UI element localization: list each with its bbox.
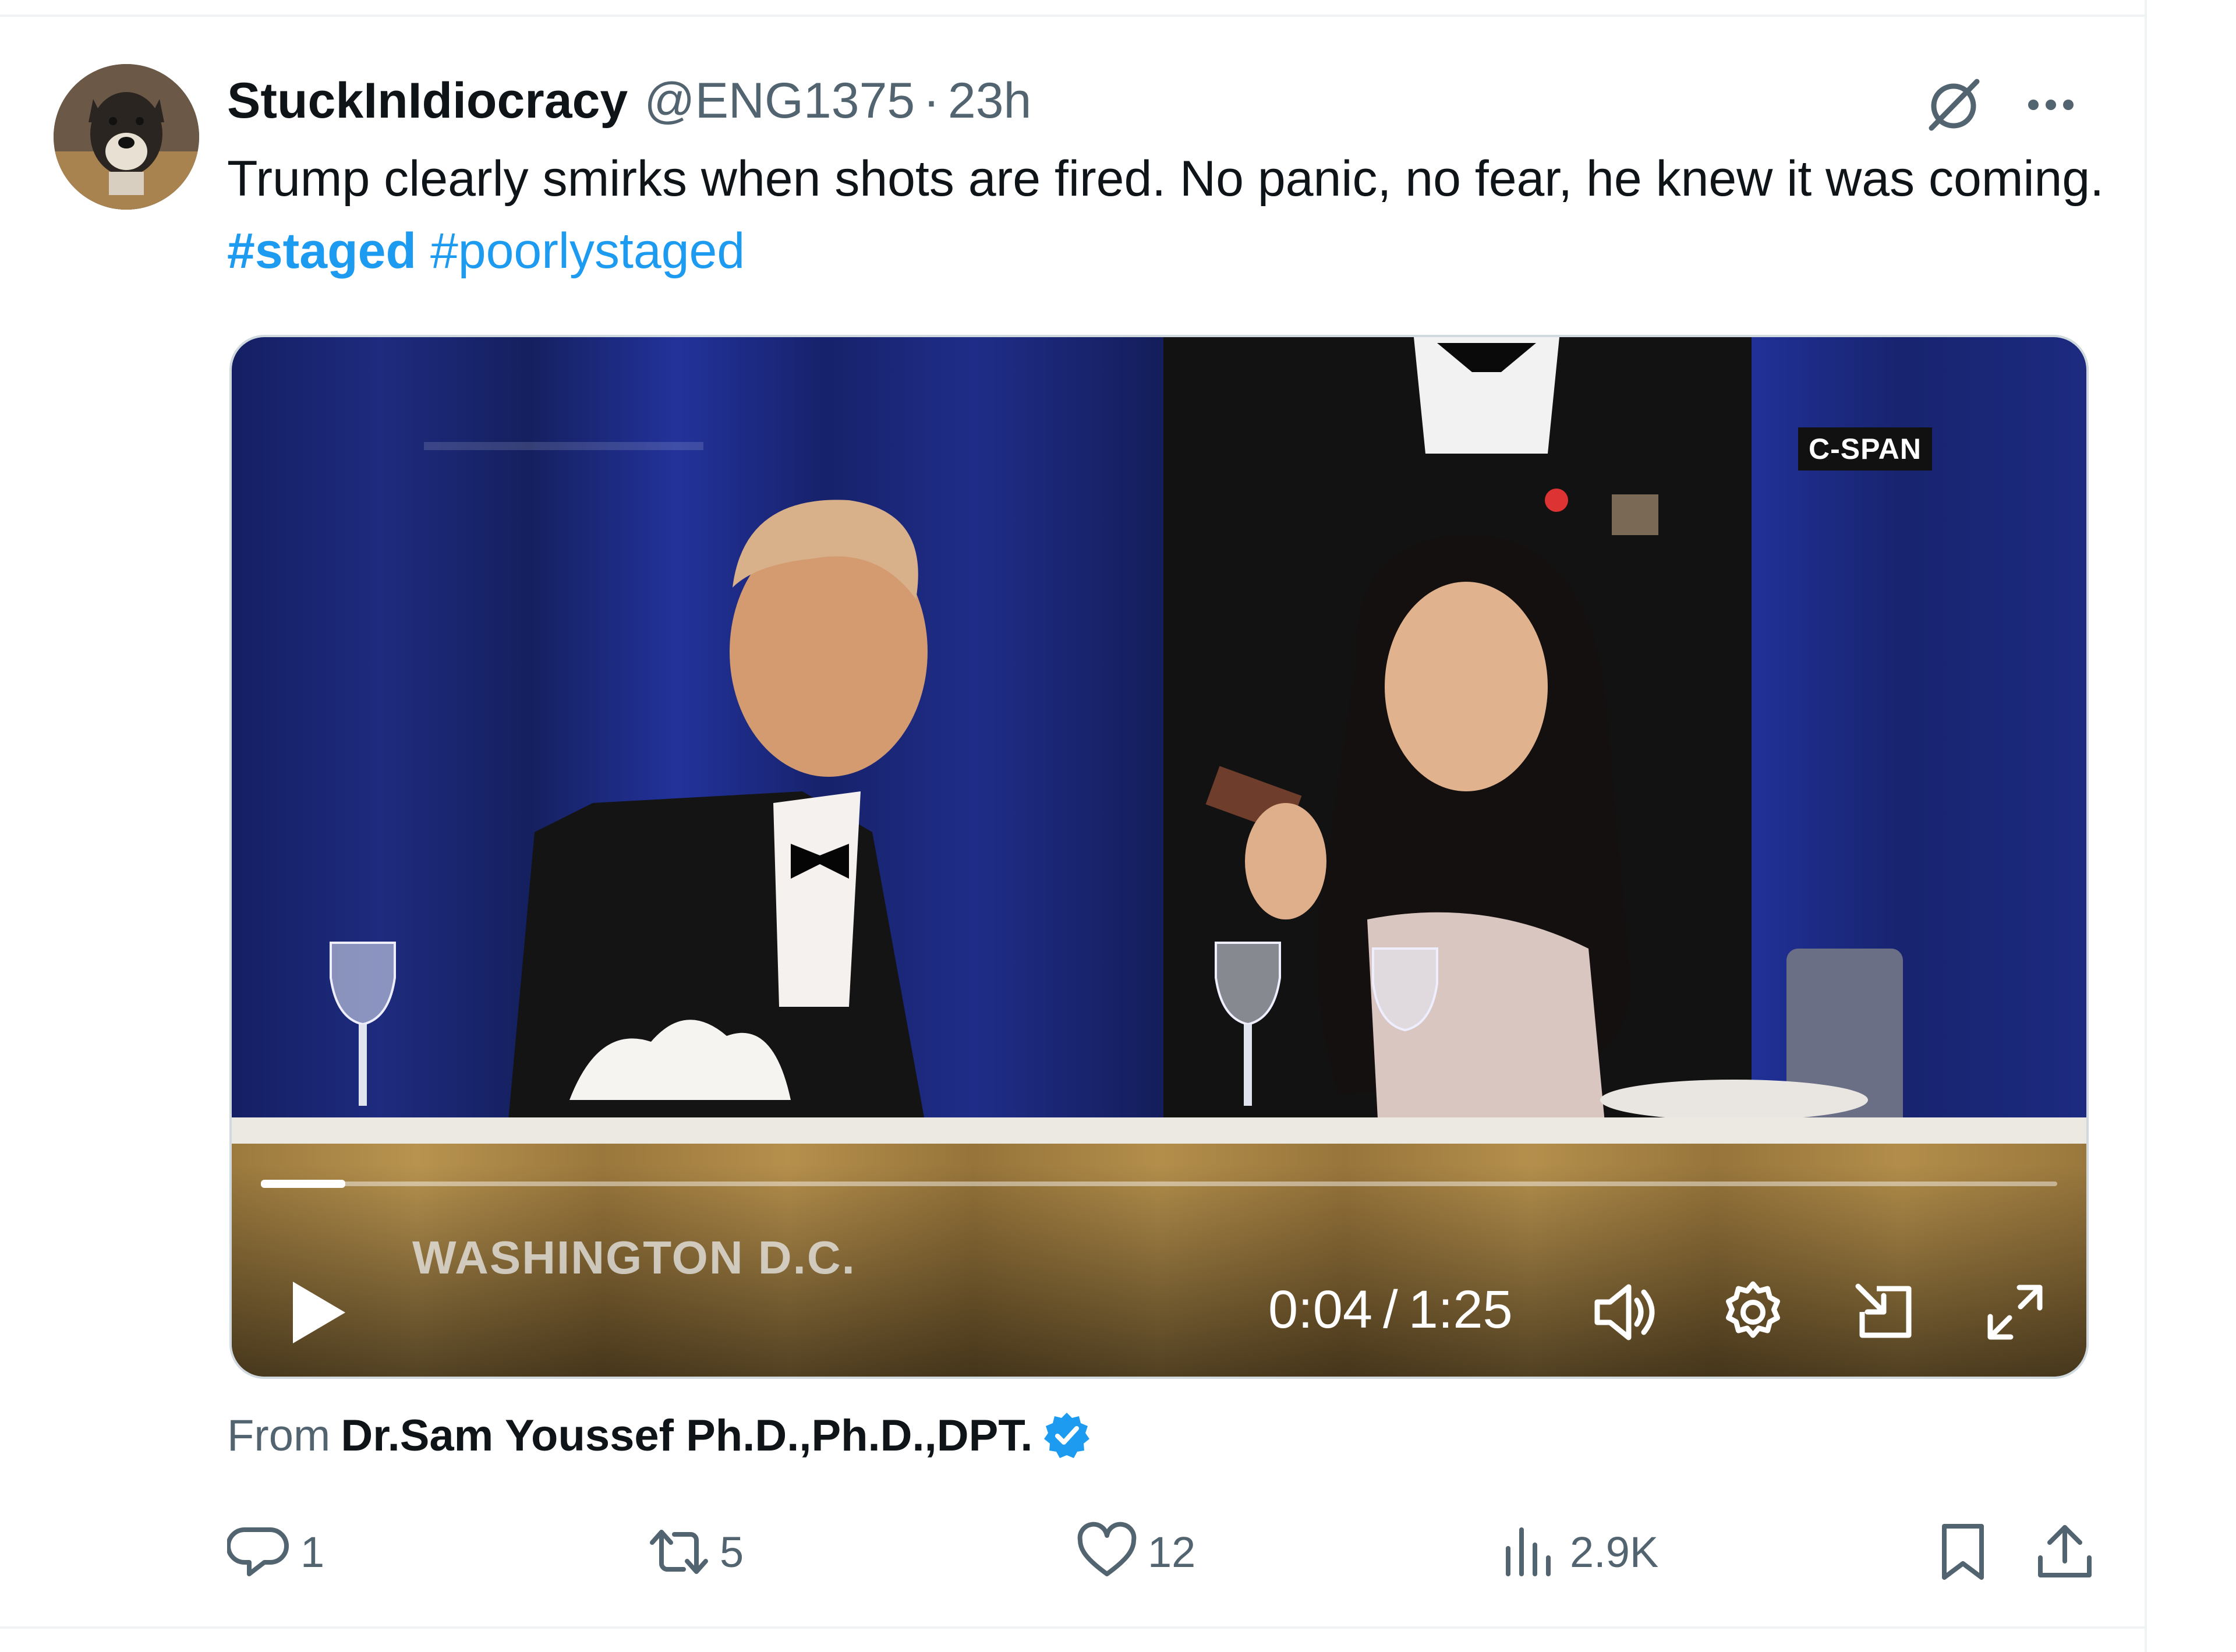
hashtag-link[interactable]: #staged [227, 223, 416, 279]
views-chart-icon [1506, 1527, 1551, 1576]
fullscreen-icon[interactable] [1979, 1276, 2051, 1349]
picture-in-picture-icon[interactable] [1848, 1276, 1920, 1349]
tweet-actions: 1 5 12 2.9K [227, 1514, 2120, 1590]
broadcaster-badge: C-SPAN [1798, 427, 1932, 471]
like-count: 12 [1148, 1527, 1196, 1576]
reply-icon [227, 1527, 289, 1576]
source-account-link[interactable]: Dr.Sam Youssef Ph.D.,Ph.D.,DPT. [341, 1410, 1032, 1461]
bookmark-icon [1942, 1524, 1984, 1580]
hashtag-link[interactable]: #poorlystaged [430, 223, 745, 279]
location-caption: WASHINGTON D.C. [412, 1232, 856, 1283]
tweet-header: StuckInIdiocracy @ENG1375 · 23h [227, 69, 1031, 133]
timeline-right-border [2145, 0, 2147, 1652]
avatar[interactable] [54, 64, 199, 210]
tweet-text: Trump clearly smirks when shots are fire… [227, 143, 2120, 287]
total-time: 1:25 [1408, 1279, 1513, 1339]
separator-dot: · [923, 72, 940, 129]
bottom-divider [0, 1626, 2146, 1629]
repost-button[interactable]: 5 [646, 1514, 744, 1590]
video-progress-track[interactable] [261, 1181, 2057, 1186]
video-time: 0:04 / 1:25 [1268, 1269, 1513, 1350]
share-button[interactable] [2032, 1514, 2106, 1590]
video-progress-fill[interactable] [261, 1180, 345, 1188]
from-label: From [227, 1410, 331, 1460]
reply-button[interactable]: 1 [227, 1514, 324, 1590]
volume-icon[interactable] [1586, 1276, 1658, 1349]
user-handle[interactable]: @ENG1375 [644, 72, 915, 130]
top-divider [0, 15, 2146, 17]
like-button[interactable]: 12 [1074, 1514, 1195, 1590]
media-attribution: From Dr.Sam Youssef Ph.D.,Ph.D.,DPT. [227, 1403, 1093, 1467]
bookmark-button[interactable] [1930, 1514, 2004, 1590]
heart-icon [1077, 1522, 1137, 1576]
views-count: 2.9K [1570, 1527, 1659, 1576]
play-icon[interactable] [278, 1275, 354, 1350]
current-time: 0:04 [1268, 1279, 1373, 1339]
views-button[interactable]: 2.9K [1496, 1514, 1658, 1590]
tweet-timestamp[interactable]: 23h [948, 72, 1032, 130]
gear-icon[interactable] [1717, 1276, 1789, 1349]
display-name[interactable]: StuckInIdiocracy [227, 72, 628, 130]
more-options-icon[interactable] [2016, 70, 2086, 140]
tweet-body: Trump clearly smirks when shots are fire… [227, 151, 2104, 207]
video-player[interactable]: C-SPAN WASHINGTON D.C. 0:04 / 1:25 [229, 335, 2089, 1379]
share-icon [2038, 1525, 2092, 1577]
repost-count: 5 [720, 1527, 744, 1576]
reply-count: 1 [300, 1527, 325, 1576]
time-separator: / [1383, 1279, 1398, 1339]
verified-badge-icon [1044, 1413, 1090, 1458]
grok-icon[interactable] [1919, 70, 1989, 140]
repost-icon [650, 1530, 708, 1574]
